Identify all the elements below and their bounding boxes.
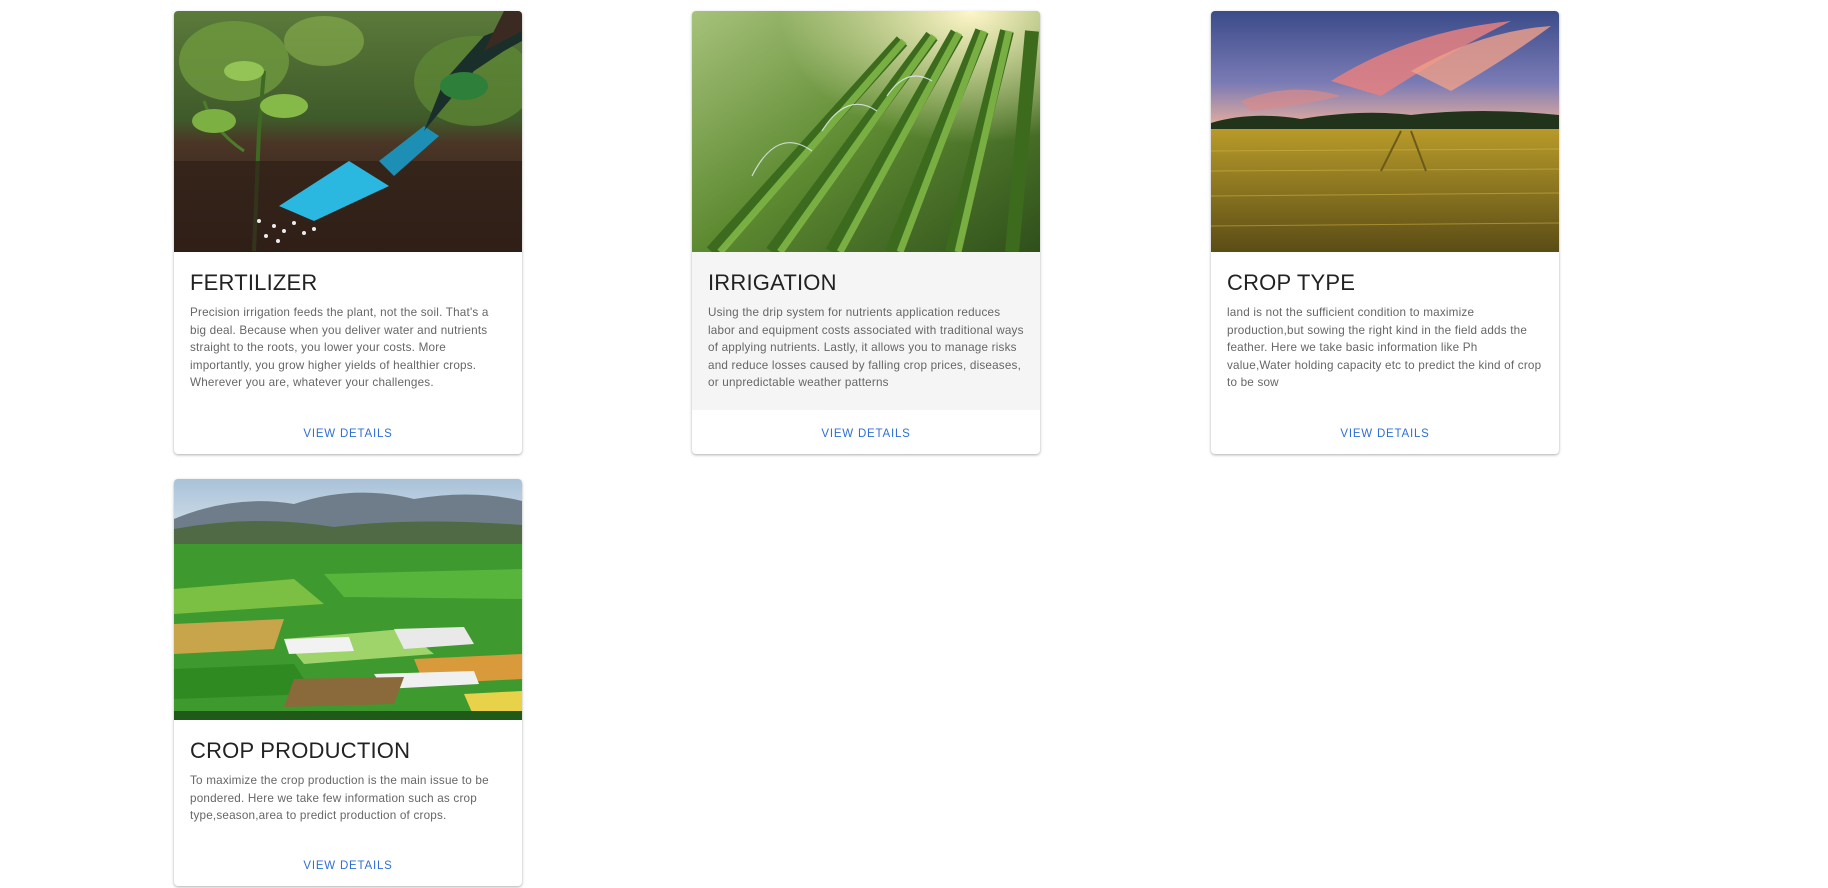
card-actions: VIEW DETAILS bbox=[174, 414, 522, 454]
card-title: CROP PRODUCTION bbox=[190, 738, 411, 763]
card-content: CROP PRODUCTION To maximize the crop pro… bbox=[174, 720, 522, 837]
card-actions: VIEW DETAILS bbox=[1211, 414, 1559, 454]
card-description: Using the drip system for nutrients appl… bbox=[708, 306, 1024, 390]
fertilizer-image[interactable] bbox=[174, 11, 522, 252]
card-content: IRRIGATION Using the drip system for nut… bbox=[692, 252, 1040, 410]
card-title: CROP TYPE bbox=[1227, 270, 1356, 295]
crop-production-image[interactable] bbox=[174, 479, 522, 720]
card-description: To maximize the crop production is the m… bbox=[190, 774, 489, 823]
view-details-button[interactable]: VIEW DETAILS bbox=[811, 422, 920, 446]
card-description: land is not the sufficient condition to … bbox=[1227, 306, 1542, 390]
card-fertilizer[interactable]: FERTILIZER Precision irrigation feeds th… bbox=[174, 11, 522, 454]
irrigation-image[interactable] bbox=[692, 11, 1040, 252]
card-content: CROP TYPE land is not the sufficient con… bbox=[1211, 252, 1559, 404]
view-details-button[interactable]: VIEW DETAILS bbox=[1330, 422, 1439, 446]
view-details-button[interactable]: VIEW DETAILS bbox=[293, 854, 402, 878]
crop-type-image[interactable] bbox=[1211, 11, 1559, 252]
card-title: IRRIGATION bbox=[708, 270, 837, 295]
card-actions: VIEW DETAILS bbox=[174, 846, 522, 886]
card-irrigation[interactable]: IRRIGATION Using the drip system for nut… bbox=[692, 11, 1040, 454]
card-content: FERTILIZER Precision irrigation feeds th… bbox=[174, 252, 522, 404]
view-details-button[interactable]: VIEW DETAILS bbox=[293, 422, 402, 446]
card-title: FERTILIZER bbox=[190, 270, 318, 295]
card-crop-production[interactable]: CROP PRODUCTION To maximize the crop pro… bbox=[174, 479, 522, 886]
cards-grid: FERTILIZER Precision irrigation feeds th… bbox=[0, 0, 1828, 888]
card-crop-type[interactable]: CROP TYPE land is not the sufficient con… bbox=[1211, 11, 1559, 454]
card-description: Precision irrigation feeds the plant, no… bbox=[190, 306, 489, 390]
card-actions: VIEW DETAILS bbox=[692, 414, 1040, 454]
